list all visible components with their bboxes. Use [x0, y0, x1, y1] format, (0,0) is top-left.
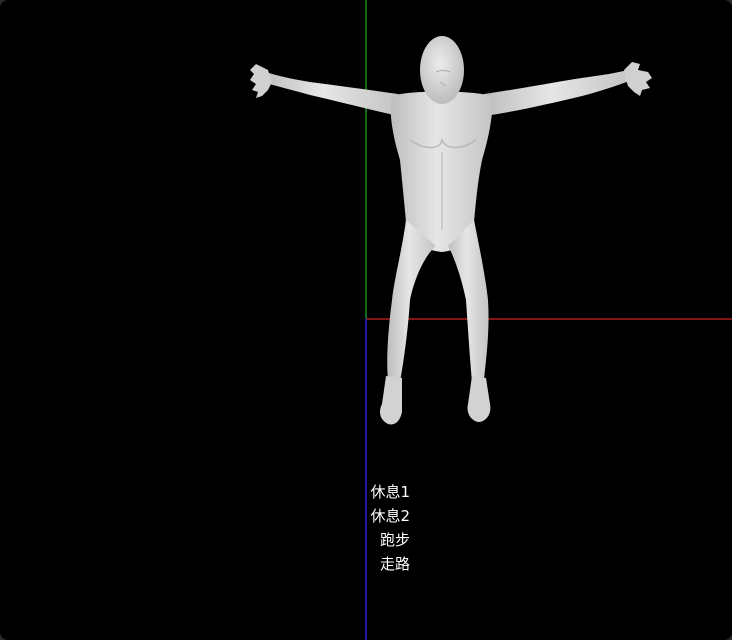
right-arm	[484, 70, 632, 116]
right-hand	[624, 62, 652, 96]
human-model[interactable]	[250, 36, 652, 425]
left-foot	[380, 376, 402, 425]
animation-item-rest2[interactable]: 休息2	[370, 504, 410, 528]
right-foot	[467, 376, 491, 422]
right-leg	[448, 220, 489, 382]
animation-item-rest1[interactable]: 休息1	[370, 480, 410, 504]
left-hand	[250, 64, 272, 98]
left-arm	[262, 72, 398, 116]
left-leg	[387, 220, 436, 382]
animation-item-walk[interactable]: 走路	[380, 552, 410, 576]
animation-menu: 休息1 休息2 跑步 走路	[366, 480, 410, 576]
head	[420, 36, 464, 104]
3d-viewport[interactable]: 休息1 休息2 跑步 走路	[0, 0, 732, 640]
animation-item-run[interactable]: 跑步	[380, 528, 410, 552]
